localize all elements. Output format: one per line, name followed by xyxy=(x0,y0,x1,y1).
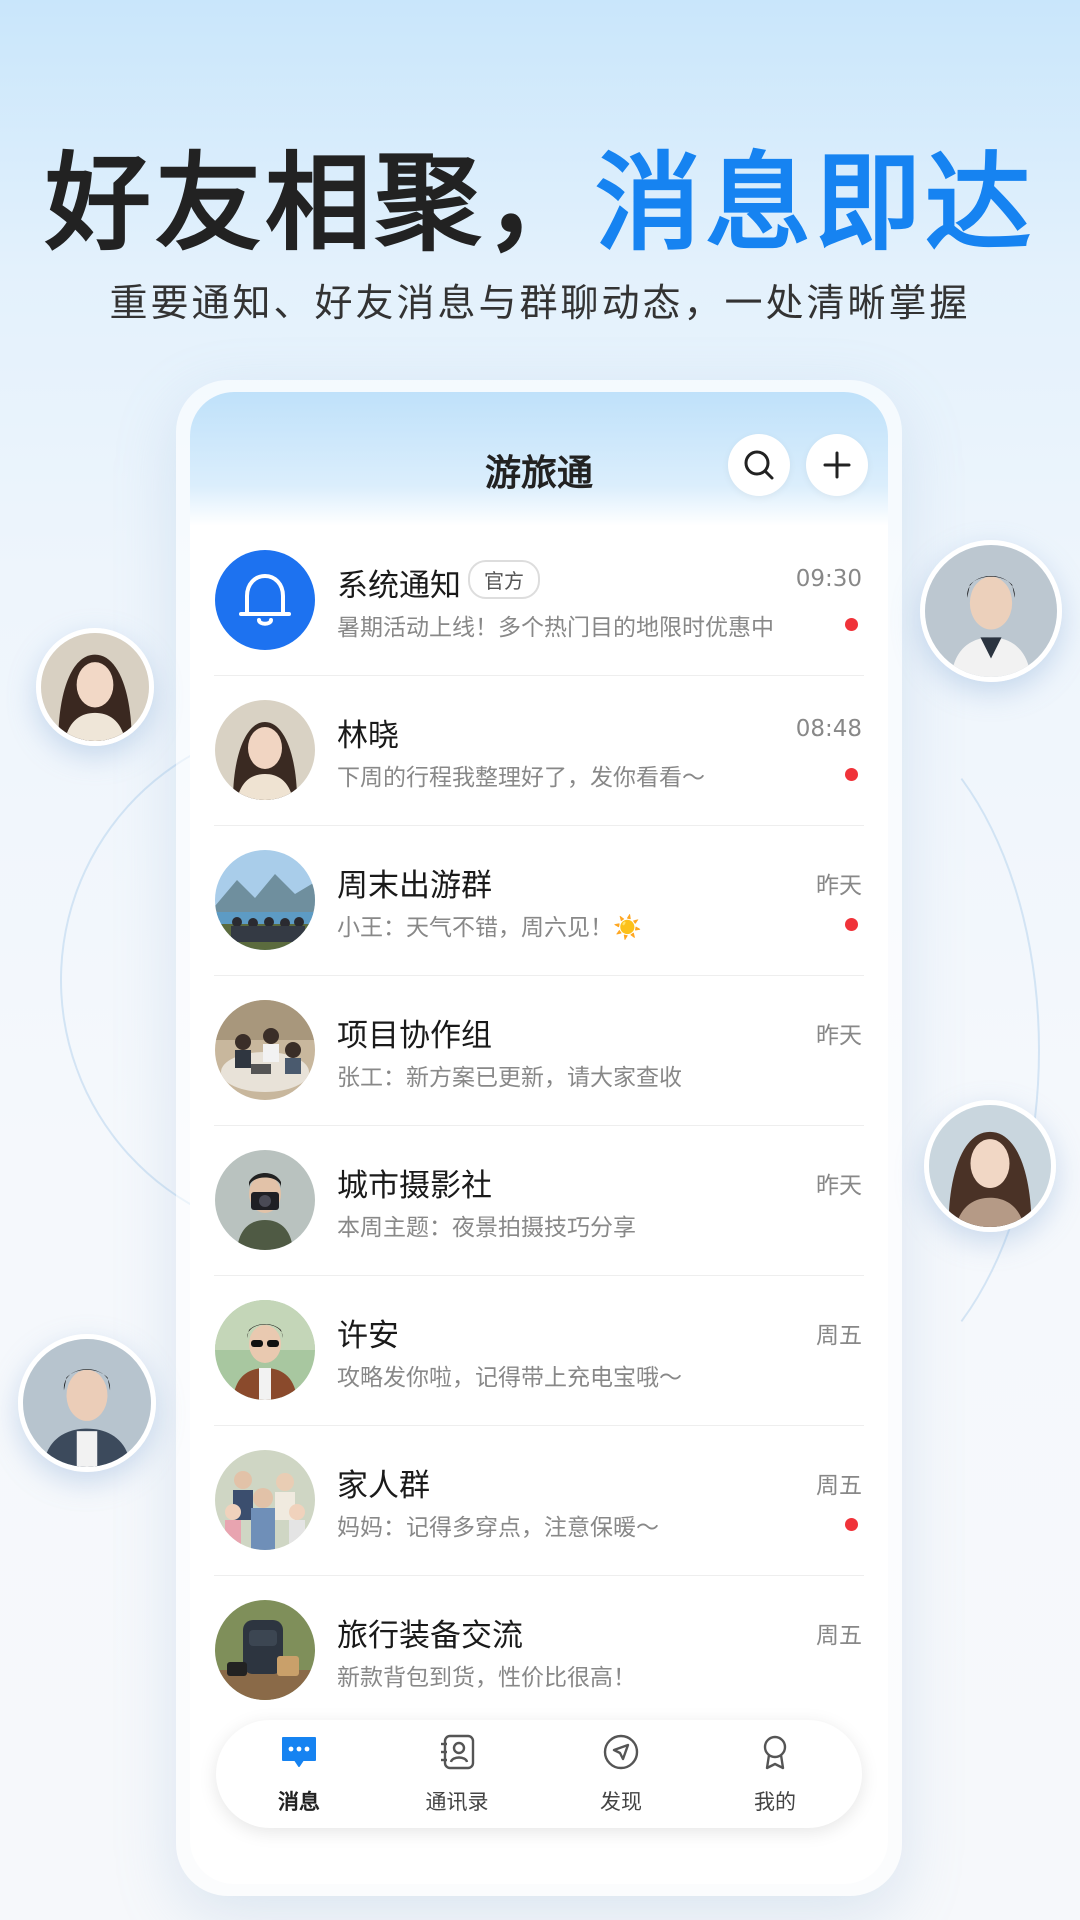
conversation-preview: 张工：新方案已更新，请大家查收 xyxy=(337,1065,682,1091)
conversation-row-system-notice[interactable]: 系统通知 官方 暑期活动上线！多个热门目的地限时优惠中 09:30 xyxy=(190,526,888,676)
app-header: 游旅通 xyxy=(190,392,888,526)
hero-title: 好友相聚，消息即达 xyxy=(0,140,1080,267)
avatar xyxy=(215,700,315,800)
conversation-time: 昨天 xyxy=(816,873,862,899)
plus-icon xyxy=(823,451,851,479)
system-notice-avatar xyxy=(215,550,315,650)
tab-contacts[interactable]: 通讯录 xyxy=(392,1720,522,1828)
conversation-name: 家人群 xyxy=(337,1468,430,1504)
conversation-row[interactable]: 城市摄影社 本周主题：夜景拍摄技巧分享 昨天 xyxy=(190,1126,888,1276)
conversation-name: 林晓 xyxy=(337,718,399,754)
tab-label: 我的 xyxy=(754,1790,796,1814)
hero-title-part1: 好友相聚， xyxy=(45,142,595,265)
conversation-name: 周末出游群 xyxy=(337,868,492,904)
conversation-row[interactable]: 许安 攻略发你啦，记得带上充电宝哦～ 周五 xyxy=(190,1276,888,1426)
search-button[interactable] xyxy=(728,434,790,496)
group-avatar xyxy=(215,1600,315,1700)
conversation-name: 项目协作组 xyxy=(337,1018,492,1054)
conversation-time: 周五 xyxy=(816,1473,862,1499)
conversation-preview: 本周主题：夜景拍摄技巧分享 xyxy=(337,1215,636,1241)
group-avatar xyxy=(215,1000,315,1100)
floating-avatar-right-middle xyxy=(924,1100,1056,1232)
floating-avatar-left-top xyxy=(36,628,154,746)
profile-icon xyxy=(763,1735,787,1770)
avatar xyxy=(215,1300,315,1400)
conversation-preview: 新款背包到货，性价比很高！ xyxy=(337,1665,636,1691)
chat-bubble-icon xyxy=(282,1737,316,1767)
conversation-name: 许安 xyxy=(337,1318,399,1354)
group-avatar xyxy=(215,1150,315,1250)
conversation-preview: 暑期活动上线！多个热门目的地限时优惠中 xyxy=(337,615,774,641)
tab-profile[interactable]: 我的 xyxy=(710,1720,840,1828)
tab-label: 通讯录 xyxy=(425,1790,489,1814)
bottom-tab-bar: 消息 通讯录 发现 我的 xyxy=(216,1720,862,1828)
group-avatar xyxy=(215,1450,315,1550)
tab-messages[interactable]: 消息 xyxy=(234,1720,364,1828)
conversation-time: 周五 xyxy=(816,1623,862,1649)
unread-dot xyxy=(845,918,858,931)
conversation-name: 城市摄影社 xyxy=(337,1168,492,1204)
conversation-preview: 小王：天气不错，周六见！☀️ xyxy=(337,915,642,941)
conversation-row[interactable]: 旅行装备交流 新款背包到货，性价比很高！ 周五 xyxy=(190,1576,888,1726)
conversation-preview: 攻略发你啦，记得带上充电宝哦～ xyxy=(337,1365,682,1391)
conversation-row[interactable]: 项目协作组 张工：新方案已更新，请大家查收 昨天 xyxy=(190,976,888,1126)
conversation-time: 09:30 xyxy=(795,566,862,592)
hero-title-part2: 消息即达 xyxy=(595,142,1035,265)
unread-dot xyxy=(845,768,858,781)
conversation-name: 系统通知 xyxy=(337,568,461,604)
add-button[interactable] xyxy=(806,434,868,496)
conversation-row[interactable]: 家人群 妈妈：记得多穿点，注意保暖～ 周五 xyxy=(190,1426,888,1576)
floating-avatar-left-bottom xyxy=(18,1334,156,1472)
tab-discover[interactable]: 发现 xyxy=(556,1720,686,1828)
tab-label: 消息 xyxy=(278,1790,320,1814)
conversation-time: 08:48 xyxy=(795,716,862,742)
tab-label: 发现 xyxy=(600,1790,642,1814)
phone-screen: 游旅通 系统通知 官方 暑期活动上线！多个热门目的地限时优惠中 09:30 林晓… xyxy=(190,392,888,1884)
search-icon xyxy=(744,450,774,480)
conversation-preview: 妈妈：记得多穿点，注意保暖～ xyxy=(337,1515,659,1541)
conversation-row[interactable]: 周末出游群 小王：天气不错，周六见！☀️ 昨天 xyxy=(190,826,888,976)
contacts-icon xyxy=(441,1734,475,1770)
conversation-time: 昨天 xyxy=(816,1173,862,1199)
hero-subtitle: 重要通知、好友消息与群聊动态，一处清晰掌握 xyxy=(109,281,971,325)
compass-icon xyxy=(603,1734,639,1770)
conversation-time: 周五 xyxy=(816,1323,862,1349)
unread-dot xyxy=(845,618,858,631)
bell-icon xyxy=(239,574,291,626)
conversation-row[interactable]: 林晓 下周的行程我整理好了，发你看看～ 08:48 xyxy=(190,676,888,826)
conversation-time: 昨天 xyxy=(816,1023,862,1049)
conversation-preview: 下周的行程我整理好了，发你看看～ xyxy=(337,765,705,791)
conversation-list: 系统通知 官方 暑期活动上线！多个热门目的地限时优惠中 09:30 林晓 下周的… xyxy=(190,526,888,1726)
group-avatar xyxy=(215,850,315,950)
unread-dot xyxy=(845,1518,858,1531)
official-badge: 官方 xyxy=(468,560,540,599)
floating-avatar-right-top xyxy=(920,540,1062,682)
conversation-name: 旅行装备交流 xyxy=(337,1618,523,1654)
